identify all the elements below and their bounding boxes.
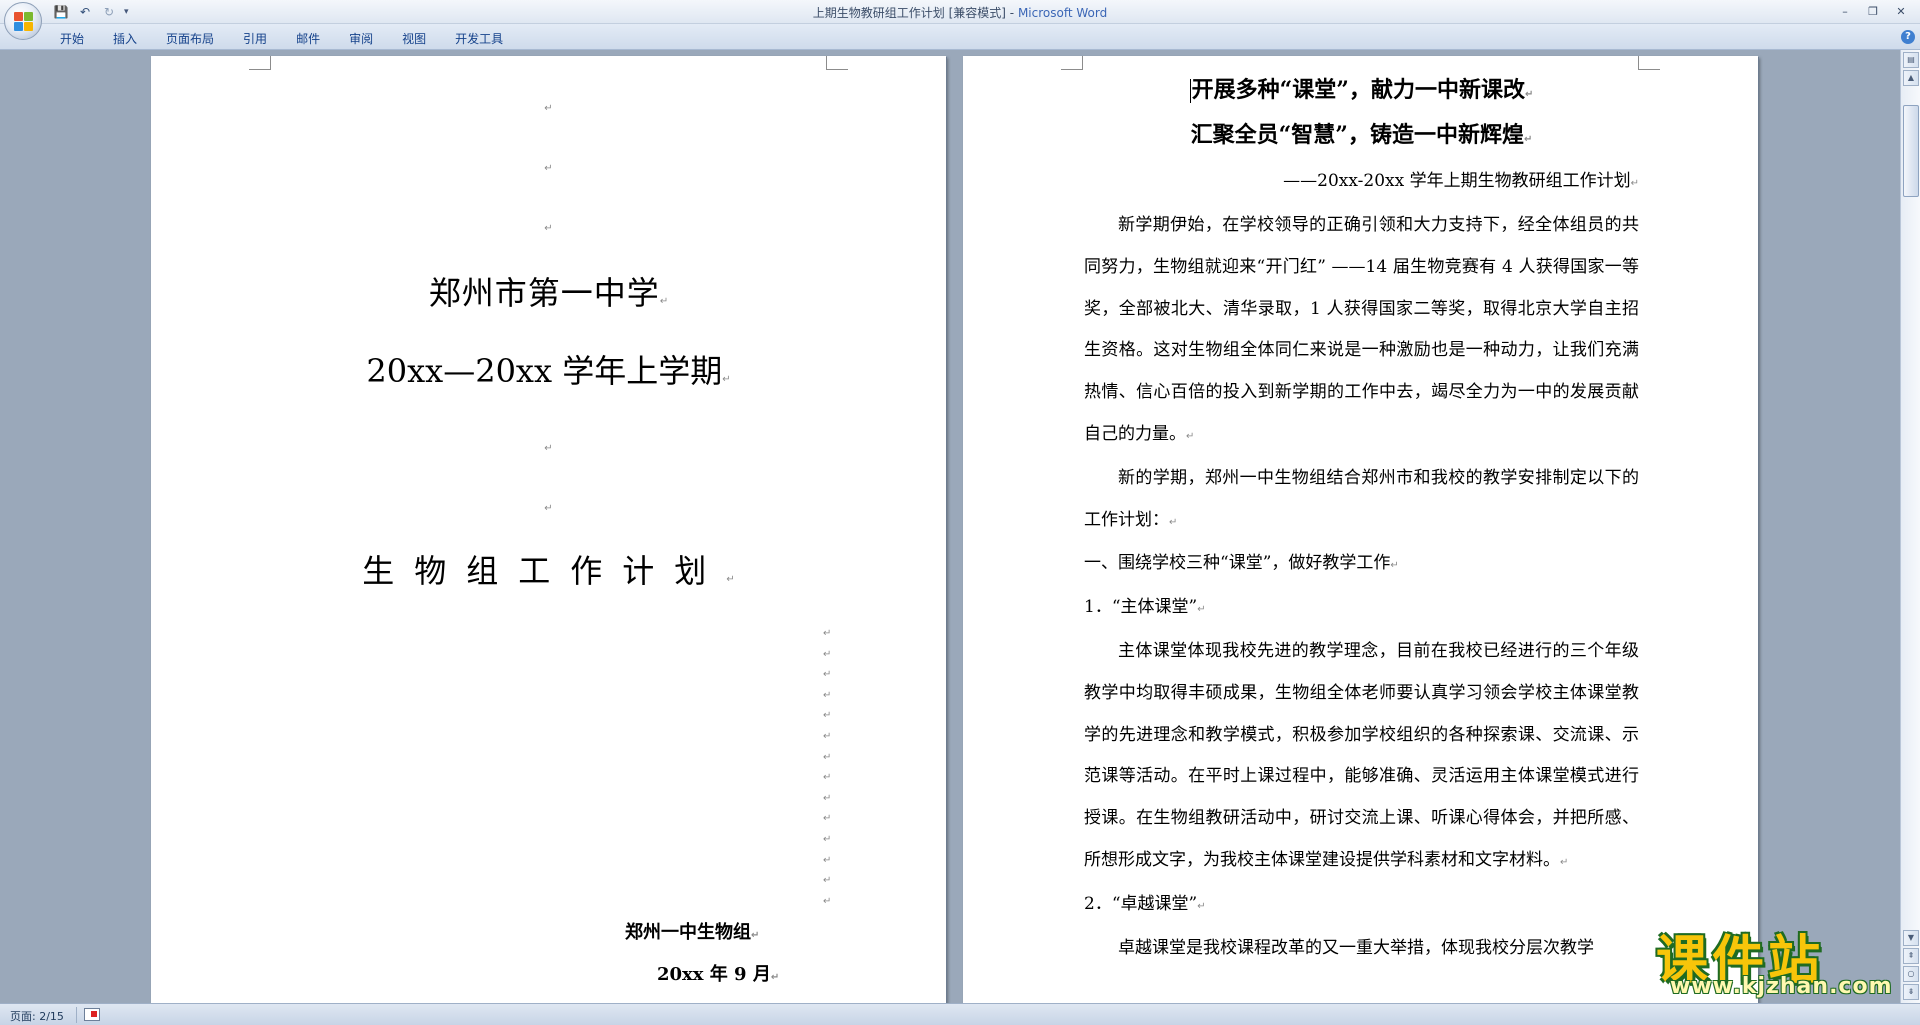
status-bar: 页面: 2/15 [0,1003,1920,1025]
date-line: 20xx 年 9 月↵ [657,964,780,985]
crop-mark [826,56,848,70]
document-title: 上期生物教研组工作计划 [812,6,945,20]
compat-mode-label: [兼容模式] [948,6,1006,20]
empty-paragraphs: ↵ ↵ ↵ ↵ ↵ ↵ ↵ ↵ ↵ ↵ ↵ ↵ ↵ ↵ [823,628,832,907]
paragraph-1: 新学期伊始，在学校领导的正确引领和大力支持下，经全体组员的共同努力，生物组就迎来… [1084,215,1639,444]
tab-developer[interactable]: 开发工具 [455,30,503,47]
window-title: 上期生物教研组工作计划 [兼容模式] - Microsoft Word [0,4,1920,21]
empty-paragraph: ↵ [544,443,553,454]
scroll-down-icon[interactable]: ▼ [1903,930,1919,946]
tab-mailings[interactable]: 邮件 [296,30,320,47]
empty-paragraph: ↵ [544,503,553,514]
page-indicator[interactable]: 页面: 2/15 [10,1008,64,1024]
scrollbar-thumb[interactable] [1903,105,1919,197]
title-separator: - [1005,6,1018,20]
ribbon-tabs: 开始 插入 页面布局 引用 邮件 审阅 视图 开发工具 [60,30,532,47]
tab-page-layout[interactable]: 页面布局 [166,30,214,47]
document-area: ↵ ↵ ↵ 郑州市第一中学↵ 20xx—20xx 学年上学期↵ ↵ ↵ 生物组工… [0,50,1900,1003]
empty-paragraph: ↵ [544,163,553,174]
minimize-icon[interactable]: – [1832,2,1858,20]
scroll-up-icon[interactable]: ▲ [1903,70,1919,86]
plan-title: 生物组工作计划↵ [362,552,735,590]
tab-insert[interactable]: 插入 [113,30,137,47]
subsection-heading: 1．“主体课堂”↵ [1084,597,1206,618]
ribbon-tab-row: 开始 插入 页面布局 引用 邮件 审阅 视图 开发工具 ? [0,24,1920,50]
paragraph-3: 主体课堂体现我校先进的教学理念，目前在我校已经进行的三个年级教学中均取得丰硕成果… [1084,640,1639,870]
school-name: 郑州市第一中学↵ [428,274,669,312]
text-cursor [1189,79,1191,103]
group-signature: 郑州一中生物组↵ [625,922,760,943]
tab-home[interactable]: 开始 [60,30,84,47]
restore-icon[interactable]: ❐ [1860,2,1886,20]
subtitle: ——20xx-20xx 学年上期生物教研组工作计划↵ [1283,171,1639,191]
proofing-status-icon[interactable] [84,1008,100,1021]
office-button[interactable] [4,2,42,40]
ruler-toggle-icon[interactable]: ▤ [1903,52,1919,68]
academic-year: 20xx—20xx 学年上学期↵ [366,352,731,390]
help-icon[interactable]: ? [1901,30,1915,44]
watermark-url: www.kjzhan.com [1670,974,1893,999]
browse-object-icon[interactable]: ○ [1903,966,1919,982]
vertical-scrollbar[interactable]: ▤ ▲ ▼ ⇞ ○ ⇟ [1900,50,1920,1003]
empty-paragraph: ↵ [544,103,553,114]
close-icon[interactable]: ✕ [1888,2,1914,20]
next-page-icon[interactable]: ⇟ [1903,984,1919,1000]
subsection-heading: 2．“卓越课堂”↵ [1084,893,1206,914]
tab-review[interactable]: 审阅 [349,30,373,47]
heading-1: 开展多种“课堂”，献力一中新课改↵ [1189,77,1534,103]
office-logo-icon [14,12,34,32]
crop-mark [1061,56,1083,70]
previous-page-icon[interactable]: ⇞ [1903,948,1919,964]
page-content[interactable]: 开展多种“课堂”，献力一中新课改↵ 汇聚全员“智慧”，铸造一中新辉煌↵ ——20… [963,56,1758,1003]
title-bar: 💾 ↶ ↻ ▾ 上期生物教研组工作计划 [兼容模式] - Microsoft W… [0,0,1920,24]
empty-paragraph: ↵ [544,223,553,234]
site-watermark: 课件站 www.kjzhan.com [1652,918,1904,1004]
page-cover[interactable]: ↵ ↵ ↵ 郑州市第一中学↵ 20xx—20xx 学年上学期↵ ↵ ↵ 生物组工… [151,56,946,1003]
paragraph-2: 新的学期，郑州一中生物组结合郑州市和我校的教学安排制定以下的工作计划：↵ [1084,467,1639,530]
heading-2: 汇聚全员“智慧”，铸造一中新辉煌↵ [1190,122,1533,148]
window-controls: – ❐ ✕ [1832,2,1914,20]
app-name: Microsoft Word [1017,6,1108,20]
section-heading: 一、围绕学校三种“课堂”，做好教学工作↵ [1084,553,1399,574]
tab-view[interactable]: 视图 [402,30,426,47]
paragraph-4: 卓越课堂是我校课程改革的又一重大举措，体现我校分层次教学 [1118,937,1594,958]
crop-mark [249,56,271,70]
crop-mark [1638,56,1660,70]
body-text: 开展多种“课堂”，献力一中新课改↵ 汇聚全员“智慧”，铸造一中新辉煌↵ ——20… [1084,70,1639,969]
status-divider [76,1007,77,1023]
tab-references[interactable]: 引用 [243,30,267,47]
